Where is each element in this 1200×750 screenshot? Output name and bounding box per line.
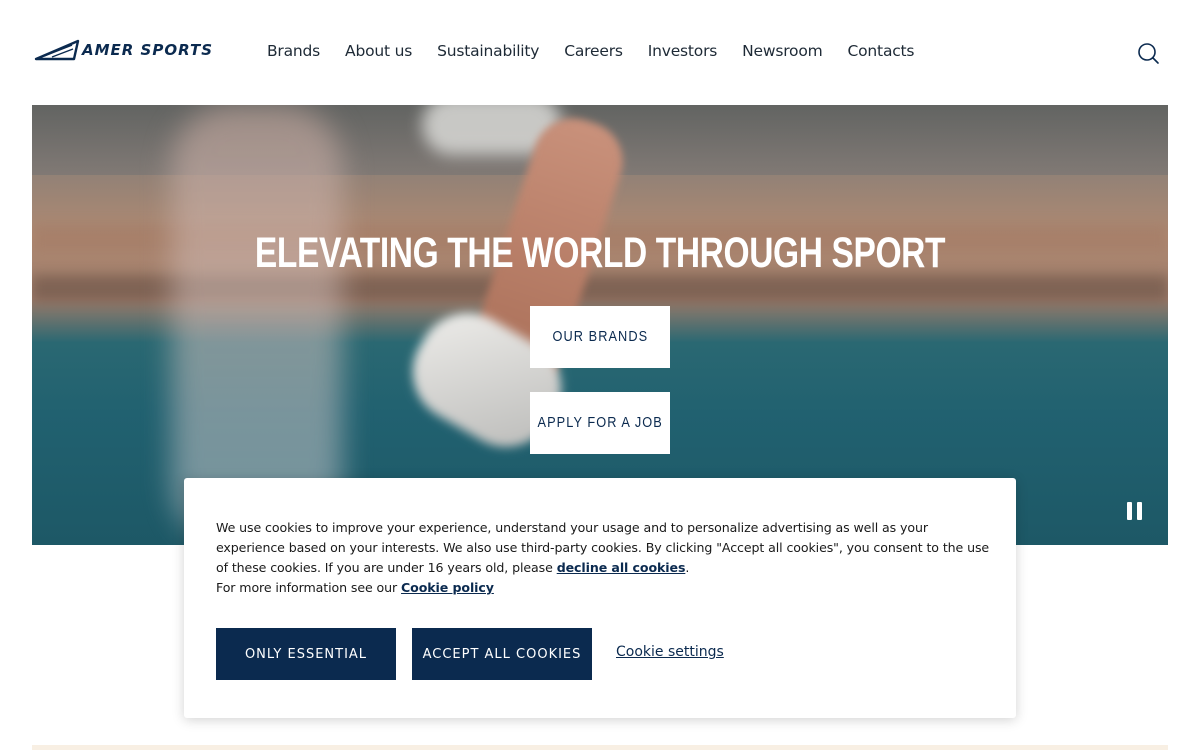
pause-bar-right — [1137, 502, 1142, 520]
cookie-period: . — [685, 560, 690, 575]
apply-for-job-button[interactable]: APPLY FOR A JOB — [530, 392, 670, 454]
only-essential-button[interactable]: ONLY ESSENTIAL — [216, 628, 396, 680]
content-strip — [32, 745, 1168, 750]
amer-sports-logo[interactable]: AMER SPORTS — [34, 38, 236, 62]
accept-all-cookies-button[interactable]: ACCEPT ALL COOKIES — [412, 628, 592, 680]
main-nav: Brands About us Sustainability Careers I… — [267, 42, 939, 60]
pause-bar-left — [1127, 502, 1132, 520]
nav-item-sustainability[interactable]: Sustainability — [437, 42, 539, 60]
decline-all-cookies-link[interactable]: decline all cookies — [557, 560, 686, 575]
cookie-more-info: For more information see our Cookie poli… — [216, 578, 996, 598]
search-icon[interactable] — [1136, 41, 1160, 65]
cookie-policy-link[interactable]: Cookie policy — [401, 580, 494, 595]
cookie-settings-link[interactable]: Cookie settings — [616, 644, 724, 660]
our-brands-button[interactable]: OUR BRANDS — [530, 306, 670, 368]
site-header: AMER SPORTS Brands About us Sustainabili… — [0, 0, 1200, 105]
logo-mark-icon — [34, 39, 80, 61]
nav-item-careers[interactable]: Careers — [564, 42, 623, 60]
nav-item-about-us[interactable]: About us — [345, 42, 412, 60]
our-brands-label: OUR BRANDS — [552, 329, 648, 345]
hero-title: ELEVATING THE WORLD THROUGH SPORT — [254, 229, 946, 277]
cookie-more-info-text: For more information see our — [216, 580, 402, 595]
nav-item-newsroom[interactable]: Newsroom — [742, 42, 823, 60]
cookie-banner: We use cookies to improve your experienc… — [184, 478, 1016, 718]
logo-text: AMER SPORTS — [82, 41, 214, 59]
nav-item-contacts[interactable]: Contacts — [848, 42, 915, 60]
nav-item-brands[interactable]: Brands — [267, 42, 320, 60]
cookie-text: We use cookies to improve your experienc… — [216, 518, 996, 598]
pause-icon[interactable] — [1126, 502, 1144, 520]
nav-item-investors[interactable]: Investors — [648, 42, 718, 60]
apply-for-job-label: APPLY FOR A JOB — [537, 415, 663, 431]
